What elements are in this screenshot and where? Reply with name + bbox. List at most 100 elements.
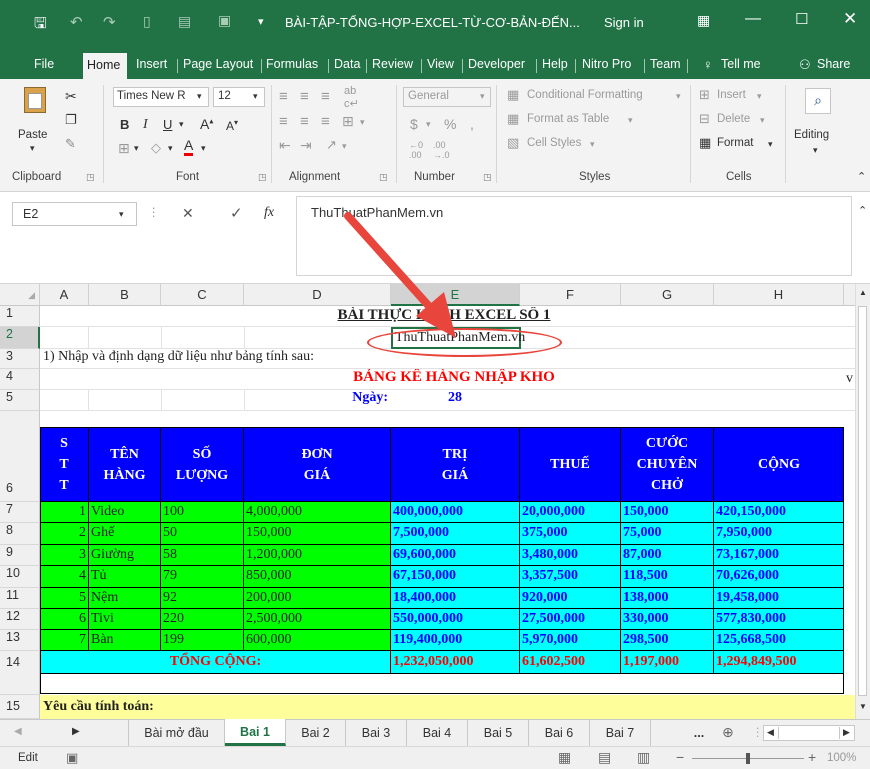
delete-cells-icon[interactable]: ⊟ bbox=[699, 111, 710, 127]
sheet-tab-bai-7[interactable]: Bai 7 bbox=[590, 720, 651, 746]
cell-name[interactable]: Bàn bbox=[89, 630, 161, 651]
sheet-tab-bai-1[interactable]: Bai 1 bbox=[225, 719, 286, 746]
row-header-15[interactable]: 15 bbox=[0, 695, 40, 719]
horizontal-scrollbar[interactable]: ◀ ▶ bbox=[763, 725, 855, 741]
cell-name[interactable]: Tủ bbox=[89, 566, 161, 588]
search-icon[interactable]: ⌕ bbox=[805, 88, 831, 114]
tab-help[interactable]: Help bbox=[542, 57, 568, 71]
cell-freight[interactable]: 298,500 bbox=[621, 630, 714, 651]
insert-cells-icon[interactable]: ⊞ bbox=[699, 87, 710, 103]
maximize-icon[interactable]: ☐ bbox=[795, 10, 808, 28]
redo-icon[interactable]: ↷ bbox=[103, 13, 116, 31]
tab-review[interactable]: Review bbox=[372, 57, 413, 71]
cell-tax[interactable]: 3,480,000 bbox=[520, 545, 621, 566]
scroll-right-icon[interactable]: ▶ bbox=[843, 727, 850, 738]
copy-icon[interactable]: ❐ bbox=[65, 112, 77, 128]
cell-tax[interactable]: 3,357,500 bbox=[520, 566, 621, 588]
wrap-text-icon[interactable]: ab c↵ bbox=[344, 85, 359, 110]
prev-sheet-icon[interactable]: ◀ bbox=[14, 726, 22, 737]
align-center-icon[interactable]: ≡ bbox=[300, 113, 309, 130]
cell-total[interactable]: 7,950,000 bbox=[714, 523, 844, 545]
decrease-indent-icon[interactable]: ⇤ bbox=[279, 137, 291, 154]
cell-qty[interactable]: 50 bbox=[161, 523, 244, 545]
number-launcher-icon[interactable]: ◳ bbox=[483, 172, 492, 183]
column-header-g[interactable]: G bbox=[621, 284, 714, 306]
tab-home[interactable]: Home bbox=[83, 53, 127, 79]
macro-recording-icon[interactable]: ▣ bbox=[66, 750, 78, 766]
cell-qty[interactable]: 220 bbox=[161, 609, 244, 630]
align-left-icon[interactable]: ≡ bbox=[279, 113, 288, 130]
column-header-b[interactable]: B bbox=[89, 284, 161, 306]
format-as-table-button[interactable]: Format as Table bbox=[527, 113, 609, 125]
sheet-tab-bai-6[interactable]: Bai 6 bbox=[529, 720, 590, 746]
align-bottom-icon[interactable]: ≡ bbox=[321, 88, 330, 105]
cell-styles-button[interactable]: Cell Styles bbox=[527, 137, 581, 149]
number-format-select[interactable]: General ▾ bbox=[403, 87, 491, 107]
scroll-up-icon[interactable]: ▲ bbox=[859, 288, 867, 297]
cell-tax[interactable]: 920,000 bbox=[520, 588, 621, 609]
cell-name[interactable]: Nệm bbox=[89, 588, 161, 609]
cell-value[interactable]: 119,400,000 bbox=[391, 630, 520, 651]
tab-nitro-pro[interactable]: Nitro Pro bbox=[582, 57, 631, 71]
tab-page-layout[interactable]: Page Layout bbox=[183, 57, 253, 71]
save-icon[interactable]: 🖫 bbox=[34, 13, 47, 38]
cell-name[interactable]: Giường bbox=[89, 545, 161, 566]
cell-total[interactable]: 420,150,000 bbox=[714, 502, 844, 523]
format-painter-icon[interactable]: ✎ bbox=[65, 136, 76, 152]
sheet-tab-bai-mo-dau[interactable]: Bài mở đầu bbox=[128, 720, 225, 746]
row-header-9[interactable]: 9 bbox=[0, 545, 40, 566]
decrease-font-icon[interactable]: A▾ bbox=[226, 118, 238, 133]
font-name-select[interactable]: Times New R ▾ bbox=[113, 87, 209, 107]
paste-dropdown-icon[interactable]: ▾ bbox=[30, 143, 35, 154]
cell-value[interactable]: 400,000,000 bbox=[391, 502, 520, 523]
align-middle-icon[interactable]: ≡ bbox=[300, 88, 309, 105]
more-sheets-button[interactable]: ... bbox=[684, 720, 714, 746]
select-all-corner[interactable]: ◢ bbox=[0, 284, 40, 306]
cell-stt[interactable]: 3 bbox=[40, 545, 89, 566]
currency-icon[interactable]: $ bbox=[410, 116, 418, 132]
tab-team[interactable]: Team bbox=[650, 57, 681, 71]
increase-indent-icon[interactable]: ⇥ bbox=[300, 137, 312, 154]
cell-tax[interactable]: 27,500,000 bbox=[520, 609, 621, 630]
tab-insert[interactable]: Insert bbox=[136, 57, 167, 71]
cell-freight[interactable]: 330,000 bbox=[621, 609, 714, 630]
row-header-13[interactable]: 13 bbox=[0, 630, 40, 651]
cell-stt[interactable]: 2 bbox=[40, 523, 89, 545]
cell-value[interactable]: 67,150,000 bbox=[391, 566, 520, 588]
format-as-table-icon[interactable]: ▦ bbox=[507, 111, 519, 127]
column-header-c[interactable]: C bbox=[161, 284, 244, 306]
orientation-icon[interactable]: ↗ bbox=[326, 137, 337, 153]
cell-total[interactable]: 19,458,000 bbox=[714, 588, 844, 609]
row-header-3[interactable]: 3 bbox=[0, 349, 40, 369]
cell-freight[interactable]: 87,000 bbox=[621, 545, 714, 566]
format-cells-button[interactable]: Format bbox=[717, 137, 753, 149]
cell-tax[interactable]: 375,000 bbox=[520, 523, 621, 545]
cell-styles-icon[interactable]: ▧ bbox=[507, 135, 519, 151]
cancel-icon[interactable]: ✕ bbox=[182, 205, 194, 222]
cell-price[interactable]: 600,000 bbox=[244, 630, 391, 651]
cell-value[interactable]: 18,400,000 bbox=[391, 588, 520, 609]
cell-stt[interactable]: 5 bbox=[40, 588, 89, 609]
cell-price[interactable]: 200,000 bbox=[244, 588, 391, 609]
merge-center-icon[interactable]: ⊞ bbox=[342, 113, 354, 130]
cell-total[interactable]: 73,167,000 bbox=[714, 545, 844, 566]
print-preview-icon[interactable]: ▣ bbox=[218, 12, 231, 29]
conditional-formatting-button[interactable]: Conditional Formatting bbox=[527, 89, 643, 101]
clipboard-launcher-icon[interactable]: ◳ bbox=[86, 172, 95, 183]
new-sheet-icon[interactable]: ⊕ bbox=[722, 724, 734, 741]
normal-view-icon[interactable]: ▦ bbox=[558, 749, 571, 766]
insert-cells-button[interactable]: Insert bbox=[717, 89, 746, 101]
row-header-1[interactable]: 1 bbox=[0, 306, 40, 327]
conditional-formatting-icon[interactable]: ▦ bbox=[507, 87, 519, 103]
cell-qty[interactable]: 199 bbox=[161, 630, 244, 651]
format-cells-icon[interactable]: ▦ bbox=[699, 135, 711, 151]
zoom-level[interactable]: 100% bbox=[827, 752, 856, 764]
cell-stt[interactable]: 7 bbox=[40, 630, 89, 651]
font-size-select[interactable]: 12 ▾ bbox=[213, 87, 265, 107]
tab-view[interactable]: View bbox=[427, 57, 454, 71]
align-right-icon[interactable]: ≡ bbox=[321, 113, 330, 130]
zoom-slider-thumb[interactable] bbox=[746, 753, 750, 764]
insert-function-icon[interactable]: fx bbox=[264, 205, 274, 221]
sheet-tab-bai-4[interactable]: Bai 4 bbox=[407, 720, 468, 746]
cell-price[interactable]: 4,000,000 bbox=[244, 502, 391, 523]
